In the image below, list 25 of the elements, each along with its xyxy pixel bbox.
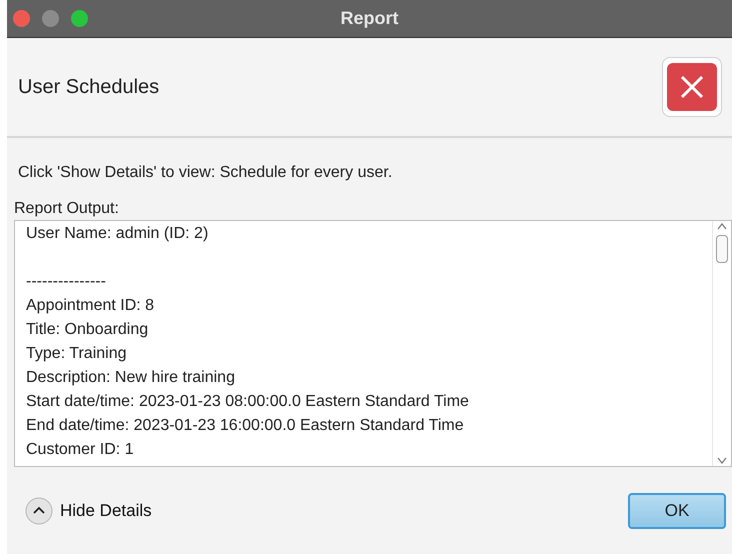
- report-line: End date/time: 2023-01-23 16:00:00.0 Eastern Standard Time: [26, 416, 465, 436]
- report-line: Title: Onboarding: [26, 320, 150, 340]
- report-line: Description: New hire training: [26, 368, 236, 388]
- report-line: ---------------: [26, 272, 107, 292]
- report-line: Start date/time: 2023-01-23 08:00:00.0 Eastern Standard Time: [26, 392, 470, 412]
- report-line: User Name: admin (ID: 2): [26, 224, 210, 244]
- minimize-window-button[interactable]: [42, 10, 59, 27]
- zoom-window-button[interactable]: [71, 10, 88, 27]
- chevron-up-icon: [25, 496, 53, 524]
- scroll-down-icon[interactable]: [717, 457, 727, 464]
- scroll-thumb[interactable]: [716, 234, 728, 262]
- scroll-bar[interactable]: [712, 221, 731, 466]
- report-line: Type: Training: [26, 344, 128, 364]
- info-message: Click 'Show Details' to view: Schedule for every user.: [18, 164, 394, 182]
- close-window-button[interactable]: [13, 10, 30, 27]
- error-icon: [662, 57, 722, 117]
- report-line: Customer ID: 1: [26, 440, 135, 460]
- report-output-label: Report Output:: [14, 200, 120, 218]
- scroll-up-icon[interactable]: [717, 223, 727, 230]
- report-text-area[interactable]: [14, 220, 732, 467]
- ok-button[interactable]: OK: [628, 492, 726, 528]
- report-line: Appointment ID: 8: [26, 296, 156, 316]
- header-title: User Schedules: [18, 76, 160, 98]
- window-title: Report: [340, 8, 398, 29]
- hide-details-toggle[interactable]: Hide Details: [25, 496, 152, 524]
